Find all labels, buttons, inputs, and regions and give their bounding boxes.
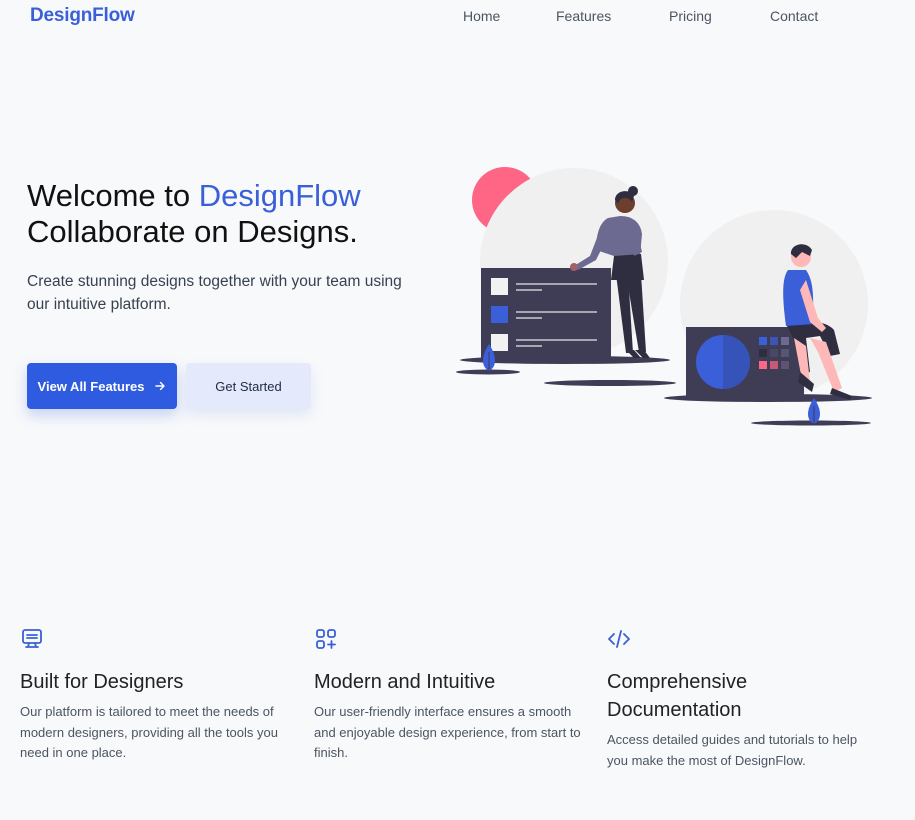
- shadow: [544, 380, 676, 386]
- feature-description: Our platform is tailored to meet the nee…: [20, 704, 278, 760]
- feature-card-documentation: Comprehensive Documentation Access detai…: [607, 627, 877, 771]
- feature-description: Access detailed guides and tutorials to …: [607, 732, 858, 768]
- get-started-button[interactable]: Get Started: [186, 363, 311, 409]
- feature-title: Modern and Intuitive: [314, 671, 496, 693]
- hero-illustration: [456, 167, 872, 426]
- feature-title: Built for Designers: [20, 671, 184, 693]
- view-all-features-label: View All Features: [37, 378, 145, 394]
- feature-card-modern: Modern and Intuitive Our user-friendly i…: [314, 627, 584, 764]
- list-check: [491, 334, 508, 351]
- hero-subtitle: Create stunning designs together with yo…: [27, 273, 402, 313]
- hero-title-brand: DesignFlow: [198, 178, 361, 213]
- feature-card-designers: Built for Designers Our platform is tail…: [20, 627, 290, 764]
- view-all-features-button[interactable]: View All Features: [27, 363, 177, 409]
- hero-title-line2: Collaborate on Designs.: [27, 214, 358, 249]
- list-check: [491, 278, 508, 295]
- nav-link-features[interactable]: Features: [556, 8, 611, 24]
- nav-link-contact[interactable]: Contact: [770, 8, 818, 24]
- feature-description: Our user-friendly interface ensures a sm…: [314, 704, 581, 760]
- arrow-right-icon: [155, 381, 166, 391]
- nav-link-home[interactable]: Home: [463, 8, 500, 24]
- grid-plus-icon: [316, 629, 336, 649]
- feature-title: Comprehensive Documentation: [607, 671, 748, 721]
- get-started-label: Get Started: [215, 378, 282, 394]
- code-icon: [608, 630, 630, 648]
- hero-title: Welcome to DesignFlow Collaborate on Des…: [27, 178, 361, 250]
- hero-title-prefix: Welcome to: [27, 178, 199, 213]
- list-check: [491, 306, 508, 323]
- monitor-icon: [22, 629, 42, 648]
- nav-link-pricing[interactable]: Pricing: [669, 8, 712, 24]
- main-nav: Home Features Pricing Contact: [0, 8, 915, 28]
